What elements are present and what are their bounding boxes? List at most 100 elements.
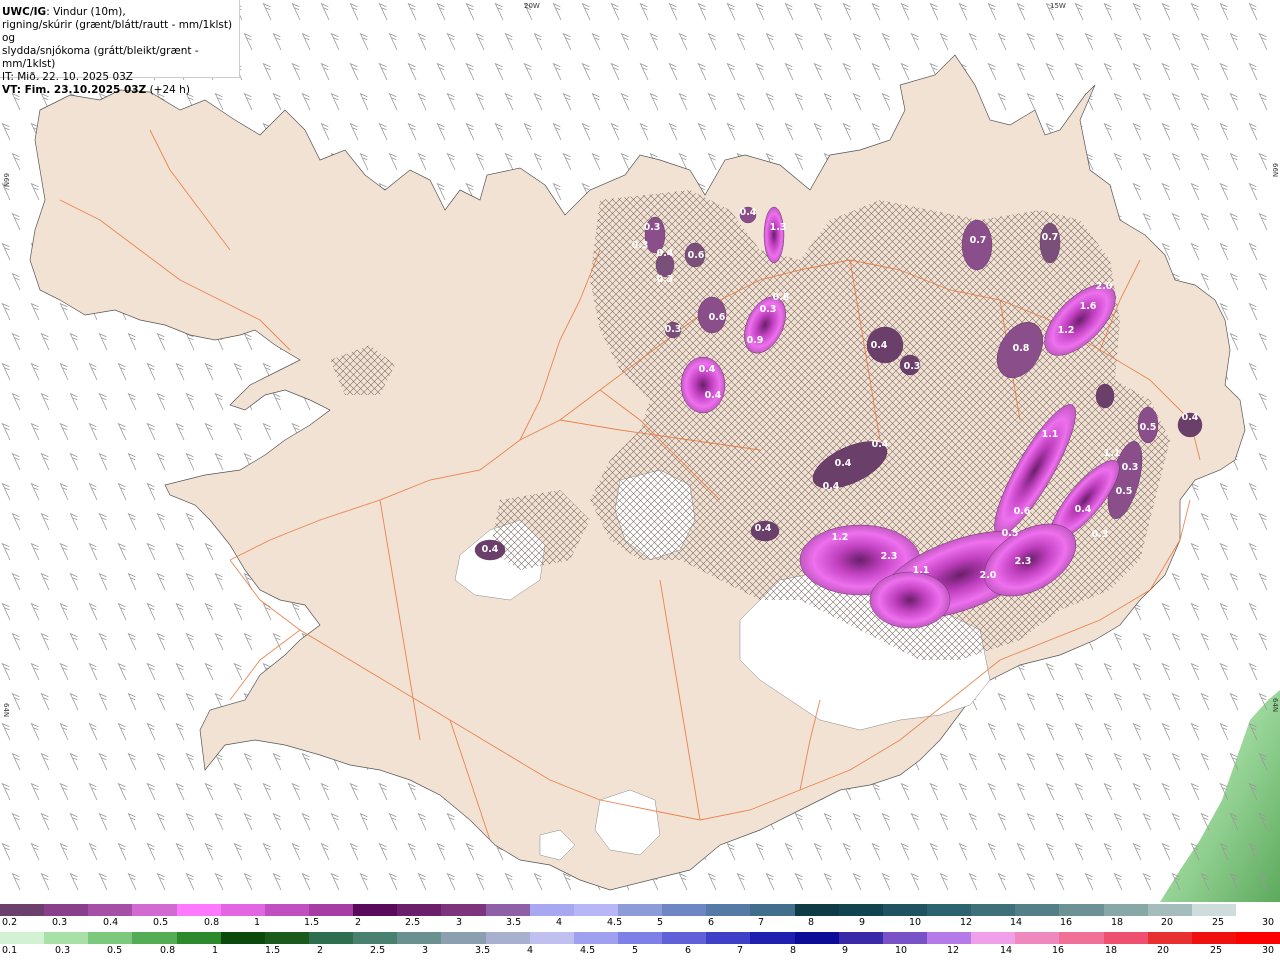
- header-title: : Vindur (10m),: [46, 6, 126, 18]
- precip-value-label: 0.7: [1042, 232, 1059, 243]
- legend-tick-label: 4.5: [607, 917, 623, 928]
- valid-time: VT: Fim. 23.10.2025 03Z: [2, 84, 147, 96]
- legend-swatch: [88, 904, 133, 916]
- legend-swatch: [838, 932, 883, 944]
- legend-tick-label: 2.5: [405, 917, 421, 928]
- legend-swatch: [662, 904, 707, 916]
- legend-swatch: [926, 904, 972, 916]
- legend-tick-label: 16: [1052, 945, 1065, 956]
- legend-tick-label: 6: [708, 917, 715, 928]
- legend-swatch: [750, 904, 795, 916]
- precip-value-label: 0.6: [709, 312, 726, 323]
- precip-value-label: 0.9: [747, 335, 764, 346]
- legend-tick-label: 12: [960, 917, 973, 928]
- legend-tick-label: 18: [1111, 917, 1124, 928]
- legend-tick-label: 4: [556, 917, 563, 928]
- legend-swatch: [1059, 904, 1104, 916]
- precip-value-label: 0.4: [740, 207, 757, 218]
- precip-value-label: 1.1: [913, 565, 930, 576]
- legend-swatch: [264, 904, 309, 916]
- legend-swatch: [44, 904, 89, 916]
- legend-swatch: [617, 932, 663, 944]
- legend-tick-label: 0.3: [55, 945, 71, 956]
- legend-tick-label: 4: [527, 945, 534, 956]
- legend-swatch: [1015, 904, 1060, 916]
- valid-time-line: VT: Fim. 23.10.2025 03Z (+24 h): [2, 84, 239, 97]
- legend-tick-label: 30: [1262, 945, 1275, 956]
- legend-swatch: [176, 904, 221, 916]
- legend-swatch: [529, 904, 574, 916]
- legend-tick-label: 0.2: [2, 917, 18, 928]
- header-line-3: slydda/snjókoma (grátt/bleikt/grænt - mm…: [2, 45, 199, 70]
- lon-label-15w: 15W: [1050, 2, 1066, 10]
- legend-tick-label: 1.5: [304, 917, 320, 928]
- legend-swatch: [662, 932, 707, 944]
- legend-tick-label: 3.5: [475, 945, 491, 956]
- legend-swatch: [1147, 904, 1192, 916]
- precip-value-label: 2.3: [1015, 556, 1032, 567]
- legend-tick-label: 25: [1212, 917, 1225, 928]
- legend-tick-label: 0.1: [2, 945, 18, 956]
- precip-value-label: 0.6: [1014, 506, 1031, 517]
- legend-swatch: [794, 904, 839, 916]
- precip-value-label: 0.4: [872, 439, 889, 450]
- legend-tick-label: 1: [254, 917, 261, 928]
- legend-tick-label: 0.4: [103, 917, 119, 928]
- legend-tick-label: 4.5: [580, 945, 596, 956]
- legend-swatch: [132, 904, 177, 916]
- precip-value-label: 2.3: [881, 551, 898, 562]
- precip-value-label: 0.7: [970, 235, 987, 246]
- lat-label-66n-right: 66N: [1271, 163, 1279, 177]
- precip-value-label: 0.5: [1116, 486, 1133, 497]
- legend-tick-label: 3: [422, 945, 429, 956]
- map-header: UWC/IG: Vindur (10m), rigning/skúrir (gr…: [0, 0, 240, 96]
- legend-tick-label: 20: [1161, 917, 1174, 928]
- precip-value-label: 0.5: [1140, 422, 1157, 433]
- precip-value-label: 0.4: [1075, 504, 1092, 515]
- legend-tick-label: 9: [859, 917, 866, 928]
- legend-swatch: [573, 932, 618, 944]
- precip-value-label: 0.4: [755, 523, 772, 534]
- legend-swatch: [750, 932, 795, 944]
- legend-swatch: [882, 904, 927, 916]
- precip-value-label: 0.3: [760, 304, 777, 315]
- precip-value-label: 0.5: [1002, 528, 1019, 539]
- legend-swatch: [971, 904, 1016, 916]
- legend-swatch: [1235, 932, 1280, 944]
- legend-tick-label: 14: [1010, 917, 1023, 928]
- legend-swatch: [485, 932, 530, 944]
- precip-value-label: 0.3: [665, 324, 682, 335]
- precip-value-label: 1.1: [1042, 429, 1059, 440]
- precip-value-label: 1.6: [1080, 301, 1097, 312]
- legend-tick-label: 1.5: [265, 945, 281, 956]
- lat-label-66n-left: 66N: [2, 173, 10, 187]
- precip-value-label: 1.3: [770, 222, 787, 233]
- init-time: IT: Mið. 22. 10. 2025 03Z: [2, 71, 133, 83]
- precip-value-label: 0.4: [871, 340, 888, 351]
- legend-swatch: [1059, 932, 1104, 944]
- legend-swatch: [1235, 904, 1280, 916]
- precip-value-label: 0.3: [632, 240, 649, 251]
- legend-swatch: [441, 932, 486, 944]
- legend-swatch: [706, 904, 751, 916]
- header-line-2: rigning/skúrir (grænt/blátt/rautt - mm/1…: [2, 19, 233, 44]
- precip-value-label: 2.0: [1096, 281, 1113, 292]
- legend-swatch: [0, 904, 45, 916]
- header-line-1: UWC/IG: Vindur (10m),: [2, 6, 239, 19]
- legend-swatch: [308, 904, 354, 916]
- legend-tick-label: 25: [1210, 945, 1223, 956]
- precip-value-label: 1.2: [832, 532, 849, 543]
- legend-swatch: [882, 932, 927, 944]
- weather-map: 0.4 1.3 0.7 0.7 0.3 0.4 0.3 0.3 0.6 0.3 0.6 0.8 0.4 0…: [0, 0, 1280, 902]
- legend-tick-label: 2: [317, 945, 324, 956]
- legend-swatch: [264, 932, 309, 944]
- legend-tick-label: 0.5: [107, 945, 123, 956]
- precip-value-label: 0.4: [699, 364, 716, 375]
- legend-swatch: [220, 904, 265, 916]
- legend-tick-label: 10: [909, 917, 922, 928]
- legend-tick-label: 7: [737, 945, 744, 956]
- legend-swatch: [1147, 932, 1192, 944]
- legend-swatch: [573, 904, 618, 916]
- legend-swatch: [441, 904, 486, 916]
- precip-value-label: 0.3: [657, 274, 674, 285]
